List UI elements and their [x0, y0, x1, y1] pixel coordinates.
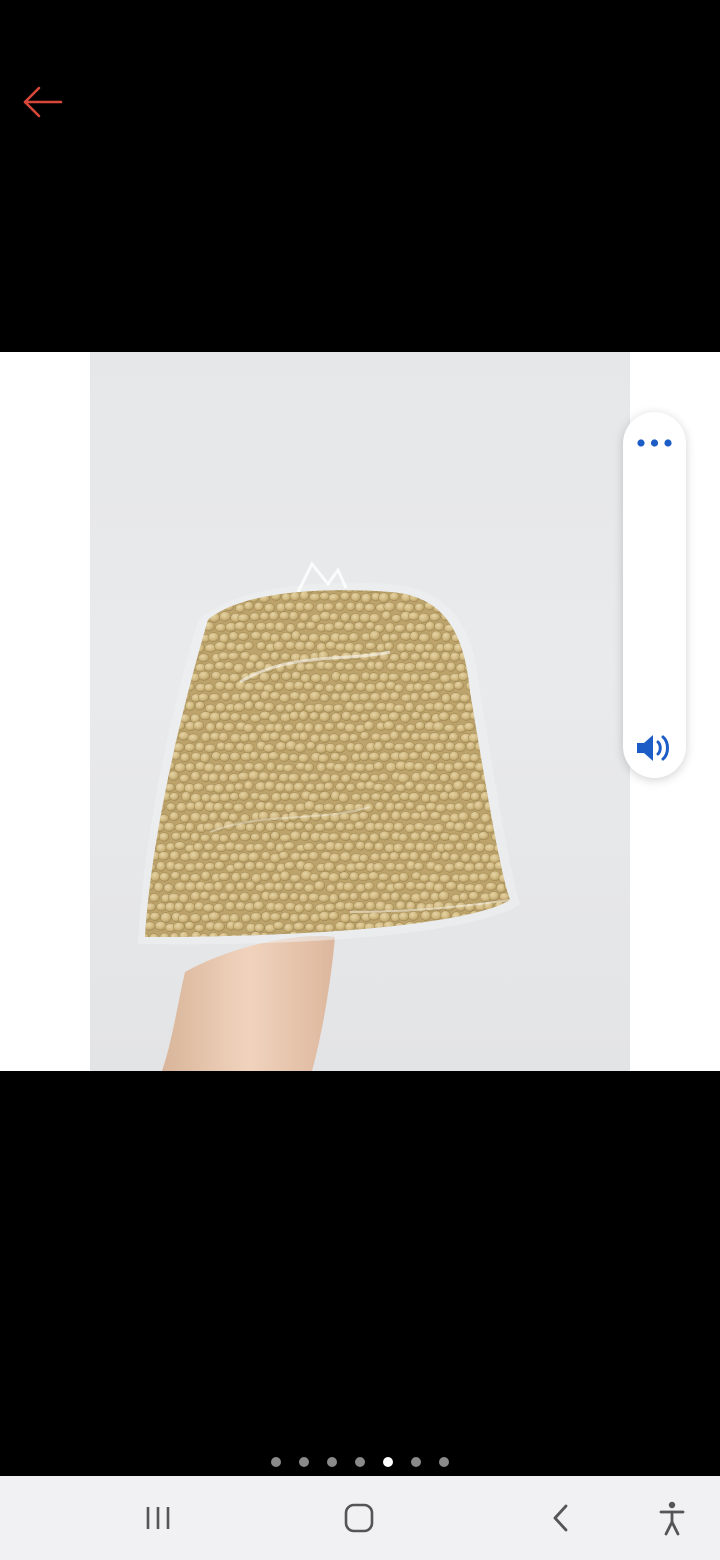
accessibility-button[interactable] — [642, 1494, 702, 1542]
page-indicator — [0, 1455, 720, 1469]
page-dot[interactable] — [299, 1457, 309, 1467]
page-dot-active[interactable] — [383, 1457, 393, 1467]
arrow-left-icon — [23, 86, 63, 118]
system-navigation-bar — [0, 1476, 720, 1560]
system-back-button[interactable] — [531, 1494, 591, 1542]
soybean-bag-image — [138, 561, 520, 1071]
accessibility-icon — [659, 1501, 685, 1536]
photo-band — [0, 352, 720, 1071]
back-chevron-icon — [553, 1504, 568, 1532]
product-photo[interactable] — [90, 352, 630, 1071]
back-button[interactable] — [14, 78, 70, 126]
page-dot[interactable] — [271, 1457, 281, 1467]
more-horizontal-icon — [637, 439, 672, 447]
recents-button[interactable] — [128, 1494, 188, 1542]
home-icon — [344, 1503, 374, 1533]
image-viewer-screen — [0, 0, 720, 1560]
floating-side-panel — [623, 412, 686, 778]
page-dot[interactable] — [355, 1457, 365, 1467]
page-dot[interactable] — [411, 1457, 421, 1467]
page-dot[interactable] — [327, 1457, 337, 1467]
more-options-button[interactable] — [632, 426, 677, 460]
sound-button[interactable] — [632, 728, 677, 768]
recents-icon — [146, 1507, 170, 1529]
speaker-volume-icon — [637, 735, 669, 761]
page-dot[interactable] — [439, 1457, 449, 1467]
home-button[interactable] — [329, 1494, 389, 1542]
